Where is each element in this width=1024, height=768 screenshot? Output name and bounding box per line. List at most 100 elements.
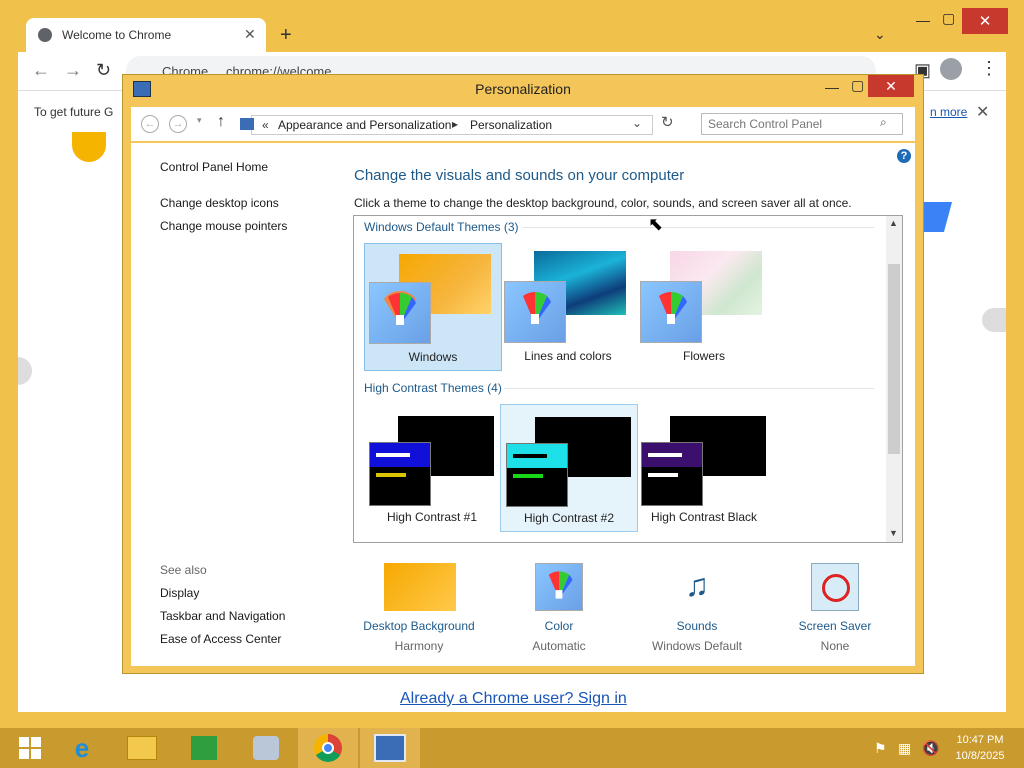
color-swatch — [506, 443, 568, 507]
forward-icon[interactable]: → — [169, 115, 187, 133]
sounds-icon: ♫ — [685, 567, 709, 603]
scroll-thumb[interactable] — [888, 264, 900, 454]
change-desktop-icons-link[interactable]: Change desktop icons — [160, 196, 279, 210]
up-icon[interactable]: ↑ — [217, 113, 225, 131]
start-button[interactable] — [0, 728, 60, 768]
desktop-background-icon — [384, 563, 456, 611]
chevron-down-icon[interactable]: ⌄ — [874, 26, 886, 43]
color-swatch — [640, 281, 702, 343]
clock-date: 10/8/2025 — [955, 750, 1005, 762]
color-swatch — [641, 442, 703, 506]
breadcrumb-item[interactable]: Personalization — [470, 118, 552, 132]
menu-icon[interactable]: ⋮ — [980, 58, 998, 79]
back-icon[interactable]: ← — [141, 115, 159, 133]
personalization-taskbar-icon[interactable] — [360, 728, 420, 768]
minimize-icon[interactable]: — — [916, 12, 930, 28]
clock-time: 10:47 PM — [956, 734, 1004, 746]
content-pane: ? Control Panel Home Change desktop icon… — [131, 143, 915, 666]
search-input[interactable]: Search Control Panel ⌕ — [701, 113, 903, 135]
theme-label: Flowers — [682, 349, 725, 363]
store-icon[interactable] — [174, 728, 234, 768]
scroll-up-icon[interactable]: ▲ — [889, 218, 898, 228]
refresh-icon[interactable]: ↻ — [661, 113, 674, 131]
chevron-right-icon: ▸ — [452, 117, 459, 131]
divider — [522, 227, 874, 228]
chrome-taskbar-icon[interactable] — [298, 728, 358, 768]
minimize-icon[interactable]: — — [825, 79, 839, 95]
back-icon[interactable]: ← — [32, 60, 50, 81]
control-panel-taskbar-icon[interactable] — [236, 728, 296, 768]
browser-tab[interactable]: Welcome to Chrome ✕ — [26, 18, 266, 52]
option-label: Color — [544, 619, 574, 633]
option-label: Screen Saver — [798, 619, 872, 633]
gray-shape-left — [18, 357, 32, 385]
change-mouse-pointers-link[interactable]: Change mouse pointers — [160, 219, 287, 233]
browser-close-button[interactable]: ✕ — [962, 8, 1008, 34]
search-icon: ⌕ — [880, 115, 887, 129]
theme-label: High Contrast #2 — [523, 511, 615, 525]
reload-icon[interactable]: ↻ — [96, 60, 111, 81]
color-option[interactable]: Color Automatic — [489, 555, 629, 653]
profile-avatar[interactable] — [940, 58, 962, 80]
option-label: Desktop Background — [363, 619, 475, 633]
network-icon[interactable]: ▦ — [898, 740, 911, 757]
internet-explorer-icon[interactable]: e — [52, 728, 112, 768]
color-swatch — [369, 442, 431, 506]
info-bar-close-icon[interactable]: ✕ — [976, 102, 989, 122]
maximize-icon[interactable]: ▢ — [851, 77, 864, 94]
search-placeholder: Search Control Panel — [708, 117, 823, 131]
sign-in-link[interactable]: Already a Chrome user? Sign in — [400, 690, 627, 708]
scroll-down-icon[interactable]: ▼ — [889, 528, 898, 538]
ease-of-access-link[interactable]: Ease of Access Center — [160, 632, 281, 646]
screen-saver-option[interactable]: Screen Saver None — [765, 555, 905, 653]
theme-high-contrast-black[interactable]: High Contrast Black — [636, 404, 772, 530]
gray-shape-right — [982, 308, 1006, 332]
maximize-icon[interactable]: ▢ — [942, 10, 955, 27]
mouse-cursor-icon: ⬉ — [648, 214, 664, 234]
breadcrumb[interactable]: « Appearance and Personalization ▸ Perso… — [240, 115, 653, 135]
theme-label: High Contrast #1 — [386, 510, 478, 524]
forward-icon[interactable]: → — [64, 60, 82, 81]
theme-high-contrast-2[interactable]: High Contrast #2 — [500, 404, 638, 532]
theme-lines-and-colors[interactable]: Lines and colors — [500, 243, 636, 369]
address-bar: ← → ▾ ↑ « Appearance and Personalization… — [131, 107, 915, 141]
color-icon — [535, 563, 583, 611]
chevron-down-icon[interactable]: ⌄ — [632, 116, 642, 130]
screen-saver-icon — [811, 563, 859, 611]
theme-flowers[interactable]: Flowers — [636, 243, 772, 369]
section-default-themes: Windows Default Themes (3) — [364, 220, 519, 234]
info-bar-link[interactable]: n more — [930, 105, 967, 119]
help-icon[interactable]: ? — [897, 149, 911, 163]
desktop-background-option[interactable]: Desktop Background Harmony — [349, 555, 489, 653]
taskbar: e ⚑ ▦ 🔇 10:47 PM 10/8/2025 — [0, 728, 1024, 768]
display-link[interactable]: Display — [160, 586, 199, 600]
control-panel-home-link[interactable]: Control Panel Home — [160, 160, 268, 174]
breadcrumb-item[interactable]: Appearance and Personalization — [278, 118, 451, 132]
tab-close-icon[interactable]: ✕ — [244, 26, 256, 43]
volume-muted-icon[interactable]: 🔇 — [922, 740, 939, 757]
taskbar-navigation-link[interactable]: Taskbar and Navigation — [160, 609, 285, 623]
theme-label: Windows — [408, 350, 458, 364]
page-title: Change the visuals and sounds on your co… — [354, 167, 685, 184]
theme-windows[interactable]: Windows — [364, 243, 502, 371]
theme-high-contrast-1[interactable]: High Contrast #1 — [364, 404, 500, 530]
window-title: Personalization — [475, 81, 571, 97]
personalization-window: Personalization — ▢ ✕ ← → ▾ ↑ « Appearan… — [122, 74, 924, 674]
option-value: Windows Default — [651, 639, 743, 653]
see-also-label: See also — [160, 563, 207, 577]
info-bar-text: To get future G — [34, 105, 114, 119]
option-value: Harmony — [394, 639, 444, 653]
clock[interactable]: 10:47 PM 10/8/2025 — [940, 732, 1020, 764]
window-close-button[interactable]: ✕ — [868, 75, 914, 97]
theme-list-scrollbar[interactable]: ▲ ▼ — [886, 216, 902, 542]
new-tab-icon[interactable]: + — [280, 24, 292, 47]
flag-icon[interactable]: ⚑ — [874, 740, 887, 757]
sounds-option[interactable]: ♫ Sounds Windows Default — [627, 555, 767, 653]
recent-pages-icon[interactable]: ▾ — [197, 115, 202, 126]
file-explorer-icon[interactable] — [112, 728, 172, 768]
yellow-shape — [72, 132, 106, 162]
color-swatch — [369, 282, 431, 344]
divider — [504, 388, 874, 389]
theme-label: High Contrast Black — [650, 510, 758, 524]
color-swatch — [504, 281, 566, 343]
